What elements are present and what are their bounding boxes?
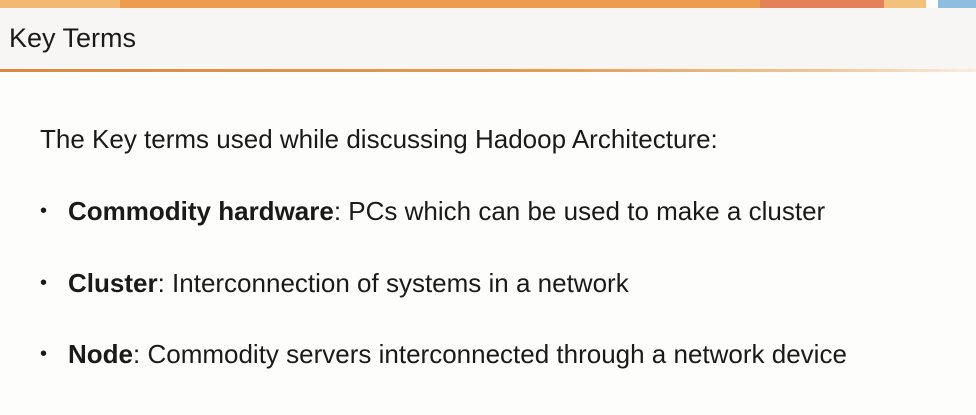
accent-segment [938, 0, 976, 8]
title-divider [0, 69, 976, 72]
slide-header: Key Terms [0, 8, 976, 70]
accent-segment [760, 0, 884, 8]
bullet-icon: • [40, 200, 48, 222]
term-body: Cluster: Interconnection of systems in a… [68, 264, 629, 302]
bullet-icon: • [40, 272, 48, 294]
slide-title: Key Terms [9, 23, 137, 53]
bullet-icon: • [40, 343, 48, 365]
term-separator: : [157, 268, 165, 298]
term-body: Commodity hardware: PCs which can be use… [68, 192, 825, 230]
accent-segment [120, 0, 760, 8]
slide-content: The Key terms used while discussing Hado… [40, 120, 960, 369]
intro-text: The Key terms used while discussing Hado… [40, 124, 718, 154]
term-definition: Interconnection of systems in a network [164, 268, 629, 298]
term-name: Commodity hardware [68, 196, 334, 226]
term-definition: PCs which can be used to make a cluster [341, 196, 826, 226]
accent-segment [884, 0, 926, 8]
term-name: Node [68, 339, 133, 369]
term-separator: : [333, 196, 342, 226]
term-body: Node: Commodity servers interconnected t… [68, 335, 847, 373]
accent-segment [0, 0, 120, 8]
term-name: Cluster [68, 268, 158, 298]
top-accent-bar [0, 0, 976, 8]
accent-gap [926, 0, 938, 8]
term-definition: Commodity servers interconnected through… [140, 339, 847, 369]
